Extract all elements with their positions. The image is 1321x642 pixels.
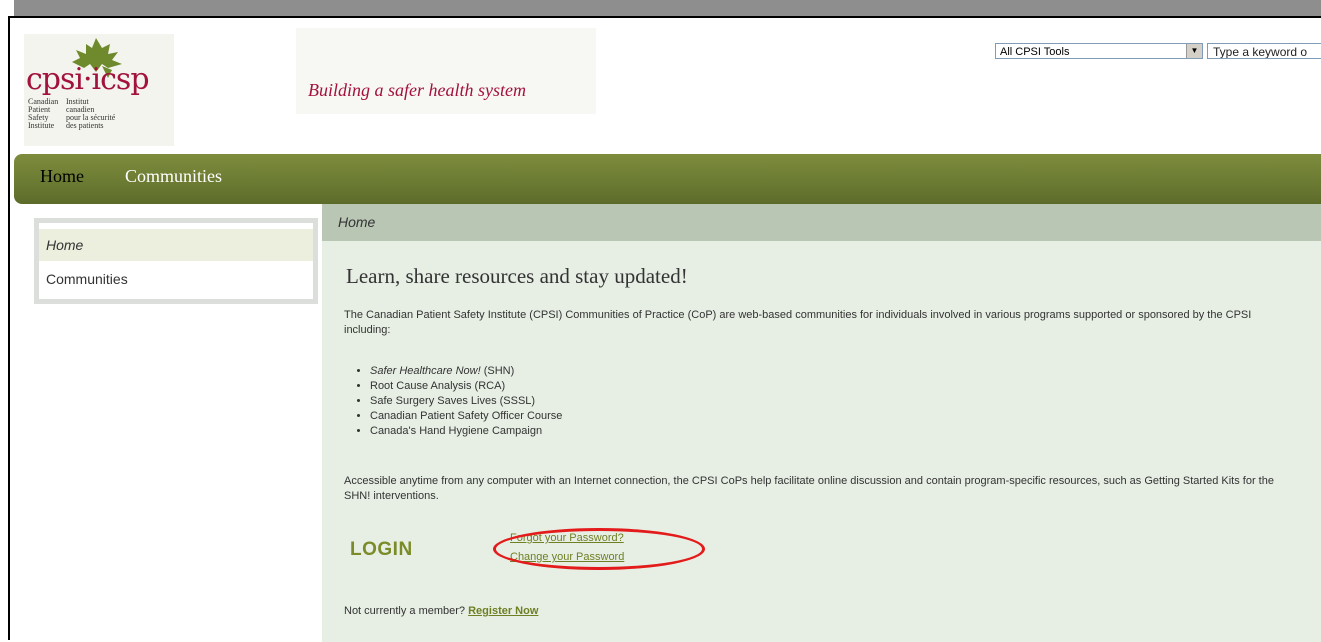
sidebar-menu: Home Communities [34,218,318,304]
main-nav: Home Communities [14,154,1321,204]
change-password-link[interactable]: Change your Password [510,551,624,563]
nav-item-communities[interactable]: Communities [125,166,222,187]
cpsi-logo[interactable]: cpsi·icsp Canadian Patient Safety Instit… [24,34,174,146]
program-suffix: (SHN) [480,365,515,377]
program-list: Safer Healthcare Now! (SHN) Root Cause A… [350,364,562,439]
nav-item-home[interactable]: Home [40,166,84,187]
list-item: Root Cause Analysis (RCA) [370,379,562,394]
tool-scope-value: All CPSI Tools [1000,46,1070,58]
sidebar-item-communities[interactable]: Communities [39,263,313,295]
logo-wordmark: cpsi·icsp [26,62,150,97]
member-prompt-row: Not currently a member? Register Now [344,605,538,617]
list-item: Safer Healthcare Now! (SHN) [370,364,562,379]
intro-paragraph: The Canadian Patient Safety Institute (C… [344,309,1252,336]
access-paragraph: Accessible anytime from any computer wit… [344,475,1274,502]
program-title: Canadian Patient Safety Officer Course [370,410,563,422]
keyword-search-input[interactable]: Type a keyword o [1207,43,1321,59]
page-frame: cpsi·icsp Canadian Patient Safety Instit… [8,16,1321,642]
login-link[interactable]: LOGIN [350,539,413,561]
breadcrumb: Home [322,204,1321,241]
register-now-link[interactable]: Register Now [468,605,538,617]
main-content: Home Learn, share resources and stay upd… [322,204,1321,642]
list-item: Canadian Patient Safety Officer Course [370,409,562,424]
site-tagline: Building a safer health system [308,80,526,100]
program-title: Safer Healthcare Now! [370,365,481,377]
site-header: cpsi·icsp Canadian Patient Safety Instit… [10,18,1321,156]
logo-english-name: Canadian Patient Safety Institute [28,97,59,130]
program-title: Safe Surgery Saves Lives (SSSL) [370,395,536,407]
sidebar-item-home[interactable]: Home [39,229,313,261]
program-title: Canada's Hand Hygiene Campaign [370,425,543,437]
member-prompt: Not currently a member? [344,605,466,617]
list-item: Canada's Hand Hygiene Campaign [370,424,562,439]
tagline-banner: Building a safer health system [296,28,596,114]
keyword-search-placeholder: Type a keyword o [1213,45,1308,59]
forgot-password-link[interactable]: Forgot your Password? [510,532,624,544]
top-window-bar [14,0,1321,16]
program-title: Root Cause Analysis (RCA) [370,380,506,392]
list-item: Safe Surgery Saves Lives (SSSL) [370,394,562,409]
tool-scope-select[interactable]: All CPSI Tools ▼ [995,43,1203,59]
chevron-down-icon[interactable]: ▼ [1186,44,1202,58]
logo-french-name: Institut canadien pour la sécurité des p… [66,97,116,130]
page-title: Learn, share resources and stay updated! [346,264,688,288]
